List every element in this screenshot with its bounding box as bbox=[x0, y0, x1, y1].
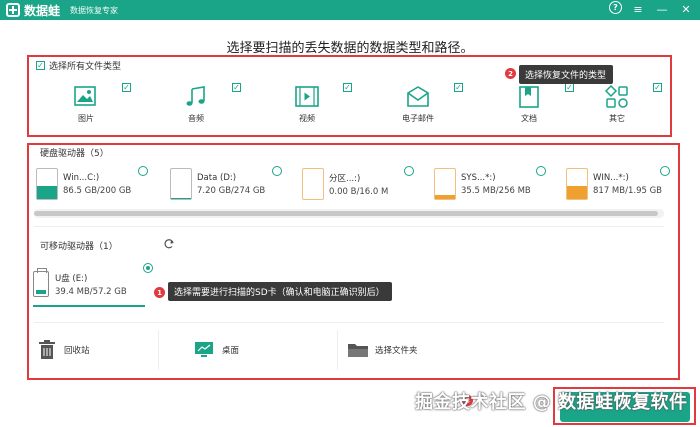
drives-scrollbar[interactable] bbox=[34, 209, 664, 218]
location-label: 回收站 bbox=[64, 346, 90, 356]
watermark: 掘金技术社区 @ 数据蛙恢复软件 bbox=[415, 392, 688, 413]
type-label-email: 电子邮件 bbox=[402, 114, 434, 123]
drive-name: Win...C:) bbox=[63, 172, 100, 183]
drive-icon bbox=[36, 168, 58, 200]
drive-name: U盘 (E:) bbox=[55, 273, 88, 284]
page-heading: 选择要扫描的丢失数据的数据类型和路径。 bbox=[226, 41, 474, 56]
type-card-audio[interactable]: ✓ 音频 bbox=[147, 79, 245, 129]
drive-name: WIN...*:) bbox=[593, 172, 629, 183]
drive-d-radio[interactable] bbox=[272, 166, 282, 176]
type-checkbox-email[interactable]: ✓ bbox=[454, 83, 463, 92]
other-icon bbox=[604, 85, 628, 108]
drive-size: 35.5 MB/256 MB bbox=[461, 185, 531, 196]
drive-size: 39.4 MB/57.2 GB bbox=[55, 286, 127, 297]
drive-partition[interactable]: 分区...:) 0.00 B/16.0 M bbox=[302, 168, 388, 200]
app-logo: 数据蛙 bbox=[6, 2, 60, 19]
close-button[interactable]: ✕ bbox=[678, 1, 694, 17]
image-icon bbox=[74, 86, 96, 106]
drive-icon bbox=[170, 168, 192, 200]
hard-drives-title: 硬盘驱动器（5） bbox=[40, 149, 109, 159]
drive-c[interactable]: Win...C:) 86.5 GB/200 GB bbox=[36, 168, 131, 200]
location-recycle-bin[interactable]: 回收站 bbox=[34, 330, 159, 370]
video-icon bbox=[295, 86, 319, 107]
menu-button[interactable]: ≡ bbox=[630, 1, 646, 17]
step-badge-2: 2 bbox=[505, 68, 516, 79]
drive-name: SYS...*:) bbox=[461, 172, 496, 183]
drive-win-radio[interactable] bbox=[660, 166, 670, 176]
drive-name: 分区...:) bbox=[329, 173, 361, 184]
drive-usb-radio[interactable] bbox=[143, 263, 153, 273]
drive-size: 86.5 GB/200 GB bbox=[63, 185, 132, 196]
type-checkbox-video[interactable]: ✓ bbox=[343, 83, 352, 92]
select-all-label: 选择所有文件类型 bbox=[49, 62, 122, 72]
divider bbox=[34, 322, 664, 323]
music-icon bbox=[186, 86, 205, 106]
location-label: 桌面 bbox=[222, 346, 240, 356]
type-label-image: 图片 bbox=[78, 114, 94, 123]
email-icon bbox=[407, 86, 429, 107]
divider bbox=[34, 226, 664, 227]
app-title: 数据蛙 bbox=[24, 3, 61, 18]
refresh-icon[interactable] bbox=[162, 237, 176, 251]
select-all-types[interactable]: ✓ 选择所有文件类型 bbox=[36, 59, 121, 72]
location-folder[interactable]: 选择文件夹 bbox=[343, 330, 493, 370]
help-button[interactable]: ? bbox=[609, 1, 622, 14]
minimize-button[interactable]: — bbox=[654, 1, 670, 17]
drive-size: 817 MB/1.95 GB bbox=[593, 185, 663, 196]
drive-icon bbox=[302, 168, 324, 200]
drive-d[interactable]: Data (D:) 7.20 GB/274 GB bbox=[170, 168, 265, 200]
type-checkbox-other[interactable]: ✓ bbox=[653, 83, 662, 92]
logo-icon bbox=[6, 3, 20, 17]
usb-drive-icon bbox=[33, 268, 49, 297]
location-label: 选择文件夹 bbox=[375, 346, 418, 356]
tip-select-types: 选择恢复文件的类型 bbox=[519, 65, 614, 84]
type-card-image[interactable]: ✓ 图片 bbox=[37, 79, 135, 129]
folder-icon bbox=[348, 344, 368, 357]
drive-size: 0.00 B/16.0 M bbox=[329, 186, 389, 197]
title-bar: 数据蛙 数据恢复专家 ? ≡ — ✕ bbox=[0, 0, 700, 20]
select-all-checkbox[interactable]: ✓ bbox=[36, 61, 45, 70]
app-tagline: 数据恢复专家 bbox=[70, 5, 119, 15]
type-checkbox-image[interactable]: ✓ bbox=[122, 83, 131, 92]
recycle-bin-icon bbox=[39, 340, 55, 359]
type-card-email[interactable]: ✓ 电子邮件 bbox=[369, 79, 467, 129]
desktop-icon bbox=[195, 342, 213, 357]
type-label-other: 其它 bbox=[609, 114, 625, 123]
type-label-document: 文档 bbox=[521, 114, 537, 123]
drive-usb-e[interactable]: U盘 (E:) 39.4 MB/57.2 GB bbox=[33, 263, 145, 307]
type-checkbox-audio[interactable]: ✓ bbox=[232, 83, 241, 92]
drive-win[interactable]: WIN...*:) 817 MB/1.95 GB bbox=[566, 168, 662, 200]
type-card-document[interactable]: ✓ 文档 bbox=[480, 79, 578, 129]
drive-c-radio[interactable] bbox=[138, 166, 148, 176]
type-card-video[interactable]: ✓ 视频 bbox=[258, 79, 356, 129]
drive-name: Data (D:) bbox=[197, 172, 237, 183]
scrollbar-thumb[interactable] bbox=[34, 211, 658, 216]
document-icon bbox=[519, 86, 539, 108]
type-card-other[interactable]: ✓ 其它 bbox=[568, 79, 666, 129]
type-label-video: 视频 bbox=[299, 114, 315, 123]
drive-icon bbox=[566, 168, 588, 200]
drive-partition-radio[interactable] bbox=[404, 166, 414, 176]
removable-title: 可移动驱动器（1） bbox=[40, 242, 118, 252]
tip-select-sd: 选择需要进行扫描的SD卡（确认和电脑正确识别后） bbox=[168, 282, 392, 301]
drive-icon bbox=[434, 168, 456, 200]
drive-size: 7.20 GB/274 GB bbox=[197, 185, 266, 196]
type-label-audio: 音频 bbox=[188, 114, 204, 123]
step-badge-1: 1 bbox=[154, 287, 165, 298]
drive-sys[interactable]: SYS...*:) 35.5 MB/256 MB bbox=[434, 168, 531, 200]
drive-sys-radio[interactable] bbox=[536, 166, 546, 176]
location-desktop[interactable]: 桌面 bbox=[188, 330, 338, 370]
